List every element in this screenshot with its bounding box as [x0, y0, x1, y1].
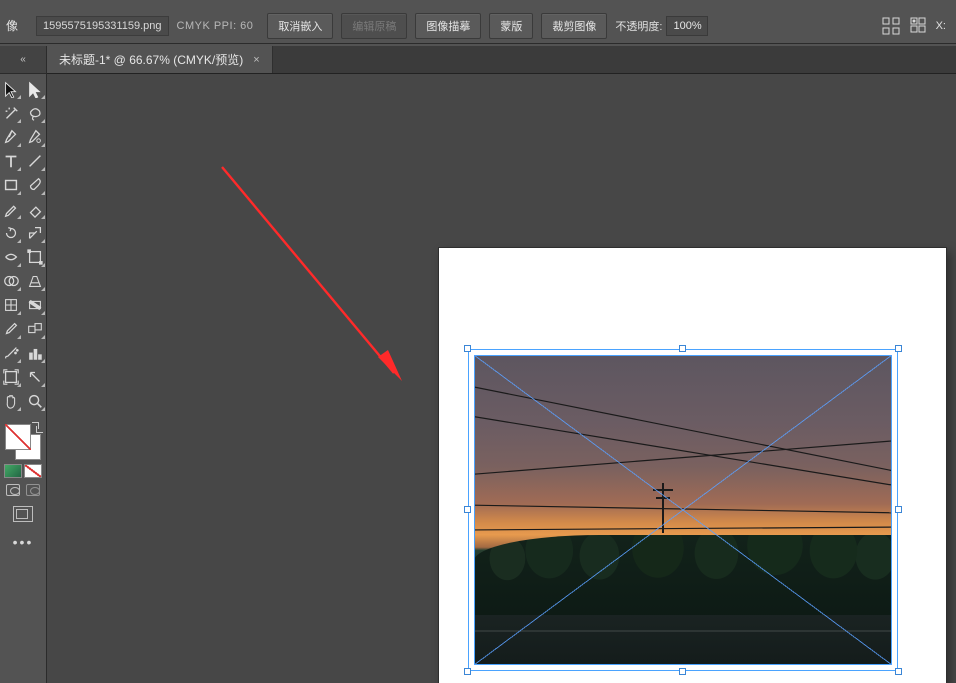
transform-handle-bottom-left[interactable]	[464, 668, 471, 675]
tool-symbol-sprayer[interactable]	[0, 342, 22, 364]
transform-handle-top-left[interactable]	[464, 345, 471, 352]
transform-handle-bottom-mid[interactable]	[679, 668, 686, 675]
toolbox: « •••	[0, 46, 47, 683]
opacity-label: 不透明度:	[615, 18, 662, 34]
cancel-embed-button[interactable]: 取消嵌入	[267, 13, 333, 39]
color-swatches[interactable]	[3, 422, 43, 462]
color-mode-swatch[interactable]	[4, 464, 22, 478]
tool-mesh[interactable]	[0, 294, 22, 316]
tool-selection[interactable]	[0, 78, 22, 100]
mask-button[interactable]: 蒙版	[489, 13, 533, 39]
crop-image-button[interactable]: 裁剪图像	[541, 13, 607, 39]
tool-curvature-pen[interactable]	[24, 126, 46, 148]
none-mode-swatch[interactable]	[24, 464, 42, 478]
tool-width[interactable]	[0, 246, 22, 268]
document-tab-title: 未标题-1* @ 66.67% (CMYK/预览)	[59, 51, 243, 68]
options-bar: 像 1595575195331159.png CMYK PPI: 60 取消嵌入…	[0, 0, 956, 44]
tool-shape-builder[interactable]	[0, 270, 22, 292]
edit-toolbar-button[interactable]: •••	[13, 534, 34, 550]
tool-perspective[interactable]	[24, 270, 46, 292]
tool-artboard[interactable]	[0, 366, 22, 388]
document-tab-close[interactable]: ×	[253, 54, 259, 66]
placed-image-diagonals	[474, 355, 892, 665]
transform-handle-mid-left[interactable]	[464, 506, 471, 513]
tool-free-transform[interactable]	[24, 246, 46, 268]
tool-eyedropper[interactable]	[0, 318, 22, 340]
tool-rectangle[interactable]	[0, 174, 22, 196]
tool-lasso[interactable]	[24, 102, 46, 124]
tool-hand[interactable]	[0, 390, 22, 412]
swap-colors-icon[interactable]	[31, 422, 43, 434]
document-tab-bar-empty	[273, 46, 956, 73]
tool-type[interactable]	[0, 150, 22, 172]
annotation-arrow	[212, 159, 412, 389]
tool-paintbrush[interactable]	[24, 174, 46, 196]
draw-behind-icon[interactable]	[26, 484, 40, 496]
tool-direct-selection[interactable]	[24, 78, 46, 100]
toolbox-header[interactable]: «	[0, 46, 46, 74]
filename-display: 1595575195331159.png	[36, 16, 168, 36]
transform-handle-bottom-right[interactable]	[895, 668, 902, 675]
tool-eraser[interactable]	[24, 198, 46, 220]
screen-mode-icon[interactable]	[13, 506, 33, 522]
workspace[interactable]	[47, 74, 956, 683]
align-pixel-grid-icon[interactable]	[880, 15, 902, 37]
edit-original-button: 编辑原稿	[341, 13, 407, 39]
tool-pencil[interactable]	[0, 198, 22, 220]
transform-panel-icon[interactable]	[908, 15, 930, 37]
fill-swatch[interactable]	[5, 424, 31, 450]
tool-column-graph[interactable]	[24, 342, 46, 364]
tool-slice[interactable]	[24, 366, 46, 388]
draw-normal-icon[interactable]	[6, 484, 20, 496]
document-tab[interactable]: 未标题-1* @ 66.67% (CMYK/预览) ×	[47, 46, 273, 73]
tool-pen[interactable]	[0, 126, 22, 148]
tool-zoom[interactable]	[24, 390, 46, 412]
color-ppi-info: CMYK PPI: 60	[177, 20, 254, 32]
placed-image-transform-box[interactable]	[468, 349, 898, 671]
opacity-input[interactable]: 100%	[666, 16, 708, 36]
tool-magic-wand[interactable]	[0, 102, 22, 124]
image-trace-button[interactable]: 图像描摹	[415, 13, 481, 39]
tool-rotate[interactable]	[0, 222, 22, 244]
transform-handle-top-mid[interactable]	[679, 345, 686, 352]
transform-handle-mid-right[interactable]	[895, 506, 902, 513]
x-coord-label: X:	[936, 20, 946, 32]
transform-handle-top-right[interactable]	[895, 345, 902, 352]
tool-gradient[interactable]	[24, 294, 46, 316]
corner-label: 像	[6, 17, 18, 34]
document-tab-bar: 未标题-1* @ 66.67% (CMYK/预览) ×	[47, 46, 956, 74]
tool-blend[interactable]	[24, 318, 46, 340]
tool-line-segment[interactable]	[24, 150, 46, 172]
tool-scale[interactable]	[24, 222, 46, 244]
